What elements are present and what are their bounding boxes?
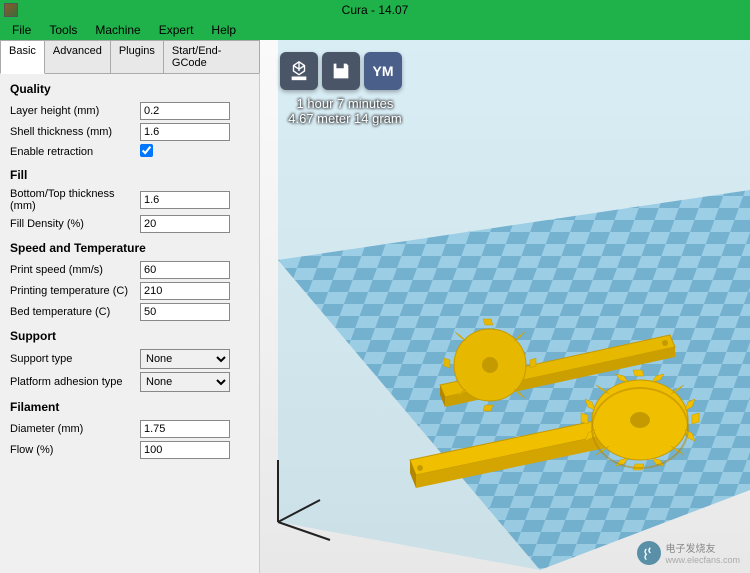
field-flow: Flow (%) xyxy=(10,441,249,459)
shell-thickness-input[interactable] xyxy=(140,123,230,141)
field-fill-density: Fill Density (%) xyxy=(10,215,249,233)
save-button[interactable] xyxy=(322,52,360,90)
print-speed-input[interactable] xyxy=(140,261,230,279)
tab-plugins[interactable]: Plugins xyxy=(110,40,164,73)
menu-file[interactable]: File xyxy=(4,21,39,39)
diameter-label: Diameter (mm) xyxy=(10,423,140,435)
tab-gcode[interactable]: Start/End-GCode xyxy=(163,40,260,73)
window-title: Cura - 14.07 xyxy=(342,3,409,17)
settings-sidebar: Basic Advanced Plugins Start/End-GCode Q… xyxy=(0,40,260,573)
section-quality: Quality xyxy=(10,82,249,96)
layer-height-input[interactable] xyxy=(140,102,230,120)
layer-height-label: Layer height (mm) xyxy=(10,105,140,117)
print-material: 4.67 meter 14 gram xyxy=(280,111,410,126)
field-platform-adhesion: Platform adhesion type None xyxy=(10,372,249,392)
3d-viewport[interactable]: YM 1 hour 7 minutes 4.67 meter 14 gram xyxy=(260,40,750,573)
section-speed-temp: Speed and Temperature xyxy=(10,241,249,255)
menubar: File Tools Machine Expert Help xyxy=(0,20,750,40)
printing-temp-label: Printing temperature (C) xyxy=(10,285,140,297)
fill-density-label: Fill Density (%) xyxy=(10,218,140,230)
ym-button[interactable]: YM xyxy=(364,52,402,90)
bottom-top-label: Bottom/Top thickness (mm) xyxy=(10,188,140,212)
field-diameter: Diameter (mm) xyxy=(10,420,249,438)
bed-temp-label: Bed temperature (C) xyxy=(10,306,140,318)
fill-density-input[interactable] xyxy=(140,215,230,233)
flow-input[interactable] xyxy=(140,441,230,459)
tabs-container: Basic Advanced Plugins Start/End-GCode xyxy=(0,40,259,74)
field-shell-thickness: Shell thickness (mm) xyxy=(10,123,249,141)
menu-machine[interactable]: Machine xyxy=(87,21,148,39)
field-print-speed: Print speed (mm/s) xyxy=(10,261,249,279)
settings-panel: Quality Layer height (mm) Shell thicknes… xyxy=(0,74,259,573)
save-icon xyxy=(330,60,352,82)
support-type-select[interactable]: None xyxy=(140,349,230,369)
print-info: 1 hour 7 minutes 4.67 meter 14 gram xyxy=(280,96,410,126)
ym-label: YM xyxy=(373,63,394,79)
tab-advanced[interactable]: Advanced xyxy=(44,40,111,73)
section-fill: Fill xyxy=(10,168,249,182)
bed-temp-input[interactable] xyxy=(140,303,230,321)
platform-adhesion-label: Platform adhesion type xyxy=(10,376,140,388)
field-enable-retraction: Enable retraction xyxy=(10,144,249,160)
load-model-icon xyxy=(288,60,310,82)
support-type-label: Support type xyxy=(10,353,140,365)
menu-tools[interactable]: Tools xyxy=(41,21,85,39)
enable-retraction-label: Enable retraction xyxy=(10,146,140,158)
field-printing-temp: Printing temperature (C) xyxy=(10,282,249,300)
main-area: Basic Advanced Plugins Start/End-GCode Q… xyxy=(0,40,750,573)
enable-retraction-checkbox[interactable] xyxy=(140,144,153,157)
field-support-type: Support type None xyxy=(10,349,249,369)
print-speed-label: Print speed (mm/s) xyxy=(10,264,140,276)
watermark-brand: 电子发烧友 xyxy=(665,540,740,555)
titlebar: Cura - 14.07 xyxy=(0,0,750,20)
load-model-button[interactable] xyxy=(280,52,318,90)
watermark-icon xyxy=(637,541,661,565)
section-filament: Filament xyxy=(10,400,249,414)
print-time: 1 hour 7 minutes xyxy=(280,96,410,111)
watermark-url: www.elecfans.com xyxy=(665,555,740,565)
bottom-top-input[interactable] xyxy=(140,191,230,209)
watermark: 电子发烧友 www.elecfans.com xyxy=(637,540,740,565)
printing-temp-input[interactable] xyxy=(140,282,230,300)
flow-label: Flow (%) xyxy=(10,444,140,456)
shell-thickness-label: Shell thickness (mm) xyxy=(10,126,140,138)
platform-adhesion-select[interactable]: None xyxy=(140,372,230,392)
app-icon xyxy=(4,3,18,17)
menu-expert[interactable]: Expert xyxy=(151,21,202,39)
tab-basic[interactable]: Basic xyxy=(0,40,45,74)
viewport-toolbar: YM xyxy=(280,52,402,90)
menu-help[interactable]: Help xyxy=(203,21,244,39)
field-layer-height: Layer height (mm) xyxy=(10,102,249,120)
section-support: Support xyxy=(10,329,249,343)
field-bottom-top: Bottom/Top thickness (mm) xyxy=(10,188,249,212)
field-bed-temp: Bed temperature (C) xyxy=(10,303,249,321)
diameter-input[interactable] xyxy=(140,420,230,438)
